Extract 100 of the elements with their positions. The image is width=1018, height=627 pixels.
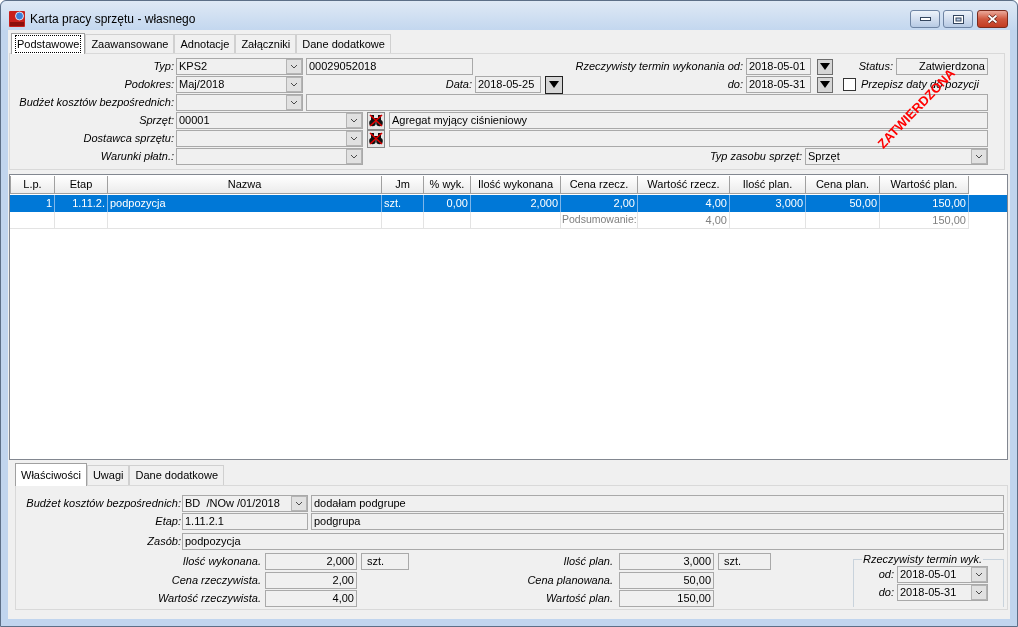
table-cell: 0,00 <box>424 195 471 212</box>
table-cell: 150,00 <box>880 195 969 212</box>
field-label: Status: <box>858 59 893 73</box>
lookup-button[interactable] <box>367 111 385 130</box>
binoculars-icon <box>369 132 383 145</box>
text-field[interactable]: 150,00 <box>619 590 714 607</box>
field-label: Rzeczywisty termin wykonania od: <box>575 59 743 75</box>
table-cell: 1 <box>10 195 55 212</box>
tab[interactable]: Adnotacje <box>174 34 236 53</box>
text-field[interactable]: 3,000 <box>619 553 714 570</box>
chevron-down-icon <box>346 131 362 146</box>
text-field[interactable]: 2018-05-25 <box>475 76 541 93</box>
text-field[interactable]: podgrupa <box>311 513 1004 530</box>
field-label: Etap: <box>155 514 181 530</box>
chevron-down-icon <box>286 95 302 110</box>
field-label: Cena rzeczywista. <box>171 573 261 589</box>
column-header[interactable]: Jm <box>382 176 424 194</box>
field-label: Zasób: <box>147 534 181 550</box>
column-header[interactable]: Cena rzecz. <box>561 176 638 194</box>
field-label: Dostawca sprzętu: <box>83 131 174 147</box>
minimize-button[interactable] <box>910 10 940 28</box>
tab[interactable]: Dane dodatkowe <box>129 465 225 485</box>
table-cell: 3,000 <box>730 195 806 212</box>
tab[interactable]: Załączniki <box>235 34 297 53</box>
maximize-icon <box>952 14 964 24</box>
maximize-button[interactable] <box>943 10 973 28</box>
column-header[interactable]: L.p. <box>10 176 55 194</box>
checkbox[interactable] <box>843 78 856 91</box>
triangle-down-icon <box>549 81 559 88</box>
triangle-down-icon <box>820 81 830 88</box>
field-label: Ilość plan. <box>563 554 613 570</box>
table-cell: 150,00 <box>880 212 969 229</box>
field-label: od: <box>878 567 894 583</box>
table-cell <box>55 212 108 229</box>
table-cell <box>10 212 55 229</box>
text-field[interactable]: dodałam podgrupe <box>311 495 1004 512</box>
combo-box[interactable]: Sprzęt <box>805 148 988 165</box>
date-picker-button[interactable] <box>545 75 563 94</box>
combo-box[interactable]: 2018-05-31 <box>897 584 988 601</box>
date-picker-button[interactable] <box>817 76 833 93</box>
field-label: do: <box>727 77 743 93</box>
text-field[interactable]: 2018-05-01 <box>746 58 811 75</box>
window-title: Karta pracy sprzętu - własnego <box>30 11 196 28</box>
field-label: Typ zasobu sprzęt: <box>709 149 802 165</box>
close-icon <box>987 14 998 24</box>
binoculars-icon <box>369 114 383 127</box>
table-cell: 1.11.2. <box>55 195 108 212</box>
table-cell: Podsumowanie: <box>561 212 638 229</box>
table-cell: 2,00 <box>561 195 638 212</box>
combo-box[interactable]: 00001 <box>176 112 363 129</box>
field-label: Budżet kosztów bezpośrednich: <box>26 496 181 512</box>
group-title: Rzeczywisty termin wyk. <box>862 553 984 566</box>
table-row[interactable]: 1 1.11.2. podpozycja szt. 0,00 2,000 2,00 4,00 3,000 50,00 150,00 <box>10 195 1007 212</box>
column-header[interactable]: Etap <box>55 176 108 194</box>
text-field[interactable]: 2,000 <box>265 553 357 570</box>
column-header[interactable]: % wyk. <box>424 176 471 194</box>
app-icon <box>9 11 25 27</box>
column-header[interactable]: Wartość plan. <box>880 176 969 194</box>
chevron-down-icon <box>971 149 987 164</box>
text-field[interactable]: 4,00 <box>265 590 357 607</box>
table-cell: szt. <box>382 195 424 212</box>
combo-box[interactable]: BD /NOw /01/2018 <box>182 495 308 512</box>
date-picker-button[interactable] <box>817 58 833 75</box>
text-field[interactable]: szt. <box>361 553 409 570</box>
text-field[interactable]: 1.11.2.1 <box>182 513 308 530</box>
text-field[interactable]: 2,00 <box>265 572 357 589</box>
chevron-down-icon <box>971 567 987 582</box>
tab[interactable]: Dane dodatkowe <box>296 34 391 53</box>
text-field[interactable]: szt. <box>718 553 771 570</box>
column-header[interactable]: Ilość plan. <box>730 176 806 194</box>
minimize-icon <box>919 17 931 21</box>
field-label: Ilość wykonana. <box>182 554 261 570</box>
chevron-down-icon <box>971 585 987 600</box>
close-button[interactable] <box>977 10 1008 28</box>
tab[interactable]: Zaawansowane <box>85 34 175 53</box>
table-cell: 50,00 <box>806 195 880 212</box>
table-cell: 4,00 <box>638 212 730 229</box>
combo-box[interactable]: Maj/2018 <box>176 76 303 93</box>
tab[interactable]: Podstawowe <box>11 33 86 54</box>
text-field[interactable]: podpozycja <box>182 533 1004 550</box>
text-field[interactable]: 00029052018 <box>306 58 473 75</box>
text-field[interactable]: 50,00 <box>619 572 714 589</box>
field-label: Sprzęt: <box>139 113 174 129</box>
tab[interactable]: Uwagi <box>86 465 130 485</box>
column-header[interactable]: Cena plan. <box>806 176 880 194</box>
field-label: Cena planowana. <box>527 573 613 589</box>
table-cell: 2,000 <box>471 195 561 212</box>
combo-box[interactable]: 2018-05-01 <box>897 566 988 583</box>
table-cell <box>424 212 471 229</box>
triangle-down-icon <box>820 63 830 70</box>
tab[interactable]: Właściwości <box>15 463 87 486</box>
field-label: Wartość plan. <box>545 591 613 607</box>
column-header[interactable]: Ilość wykonana <box>471 176 561 194</box>
column-header[interactable]: Nazwa <box>108 176 382 194</box>
combo-box[interactable]: KPS2 <box>176 58 303 75</box>
table-cell: podpozycja <box>108 195 382 212</box>
field-label: Data: <box>445 77 472 93</box>
column-header[interactable]: Wartość rzecz. <box>638 176 730 194</box>
field-label: Typ: <box>153 59 174 75</box>
text-field[interactable]: 2018-05-31 <box>746 76 811 93</box>
